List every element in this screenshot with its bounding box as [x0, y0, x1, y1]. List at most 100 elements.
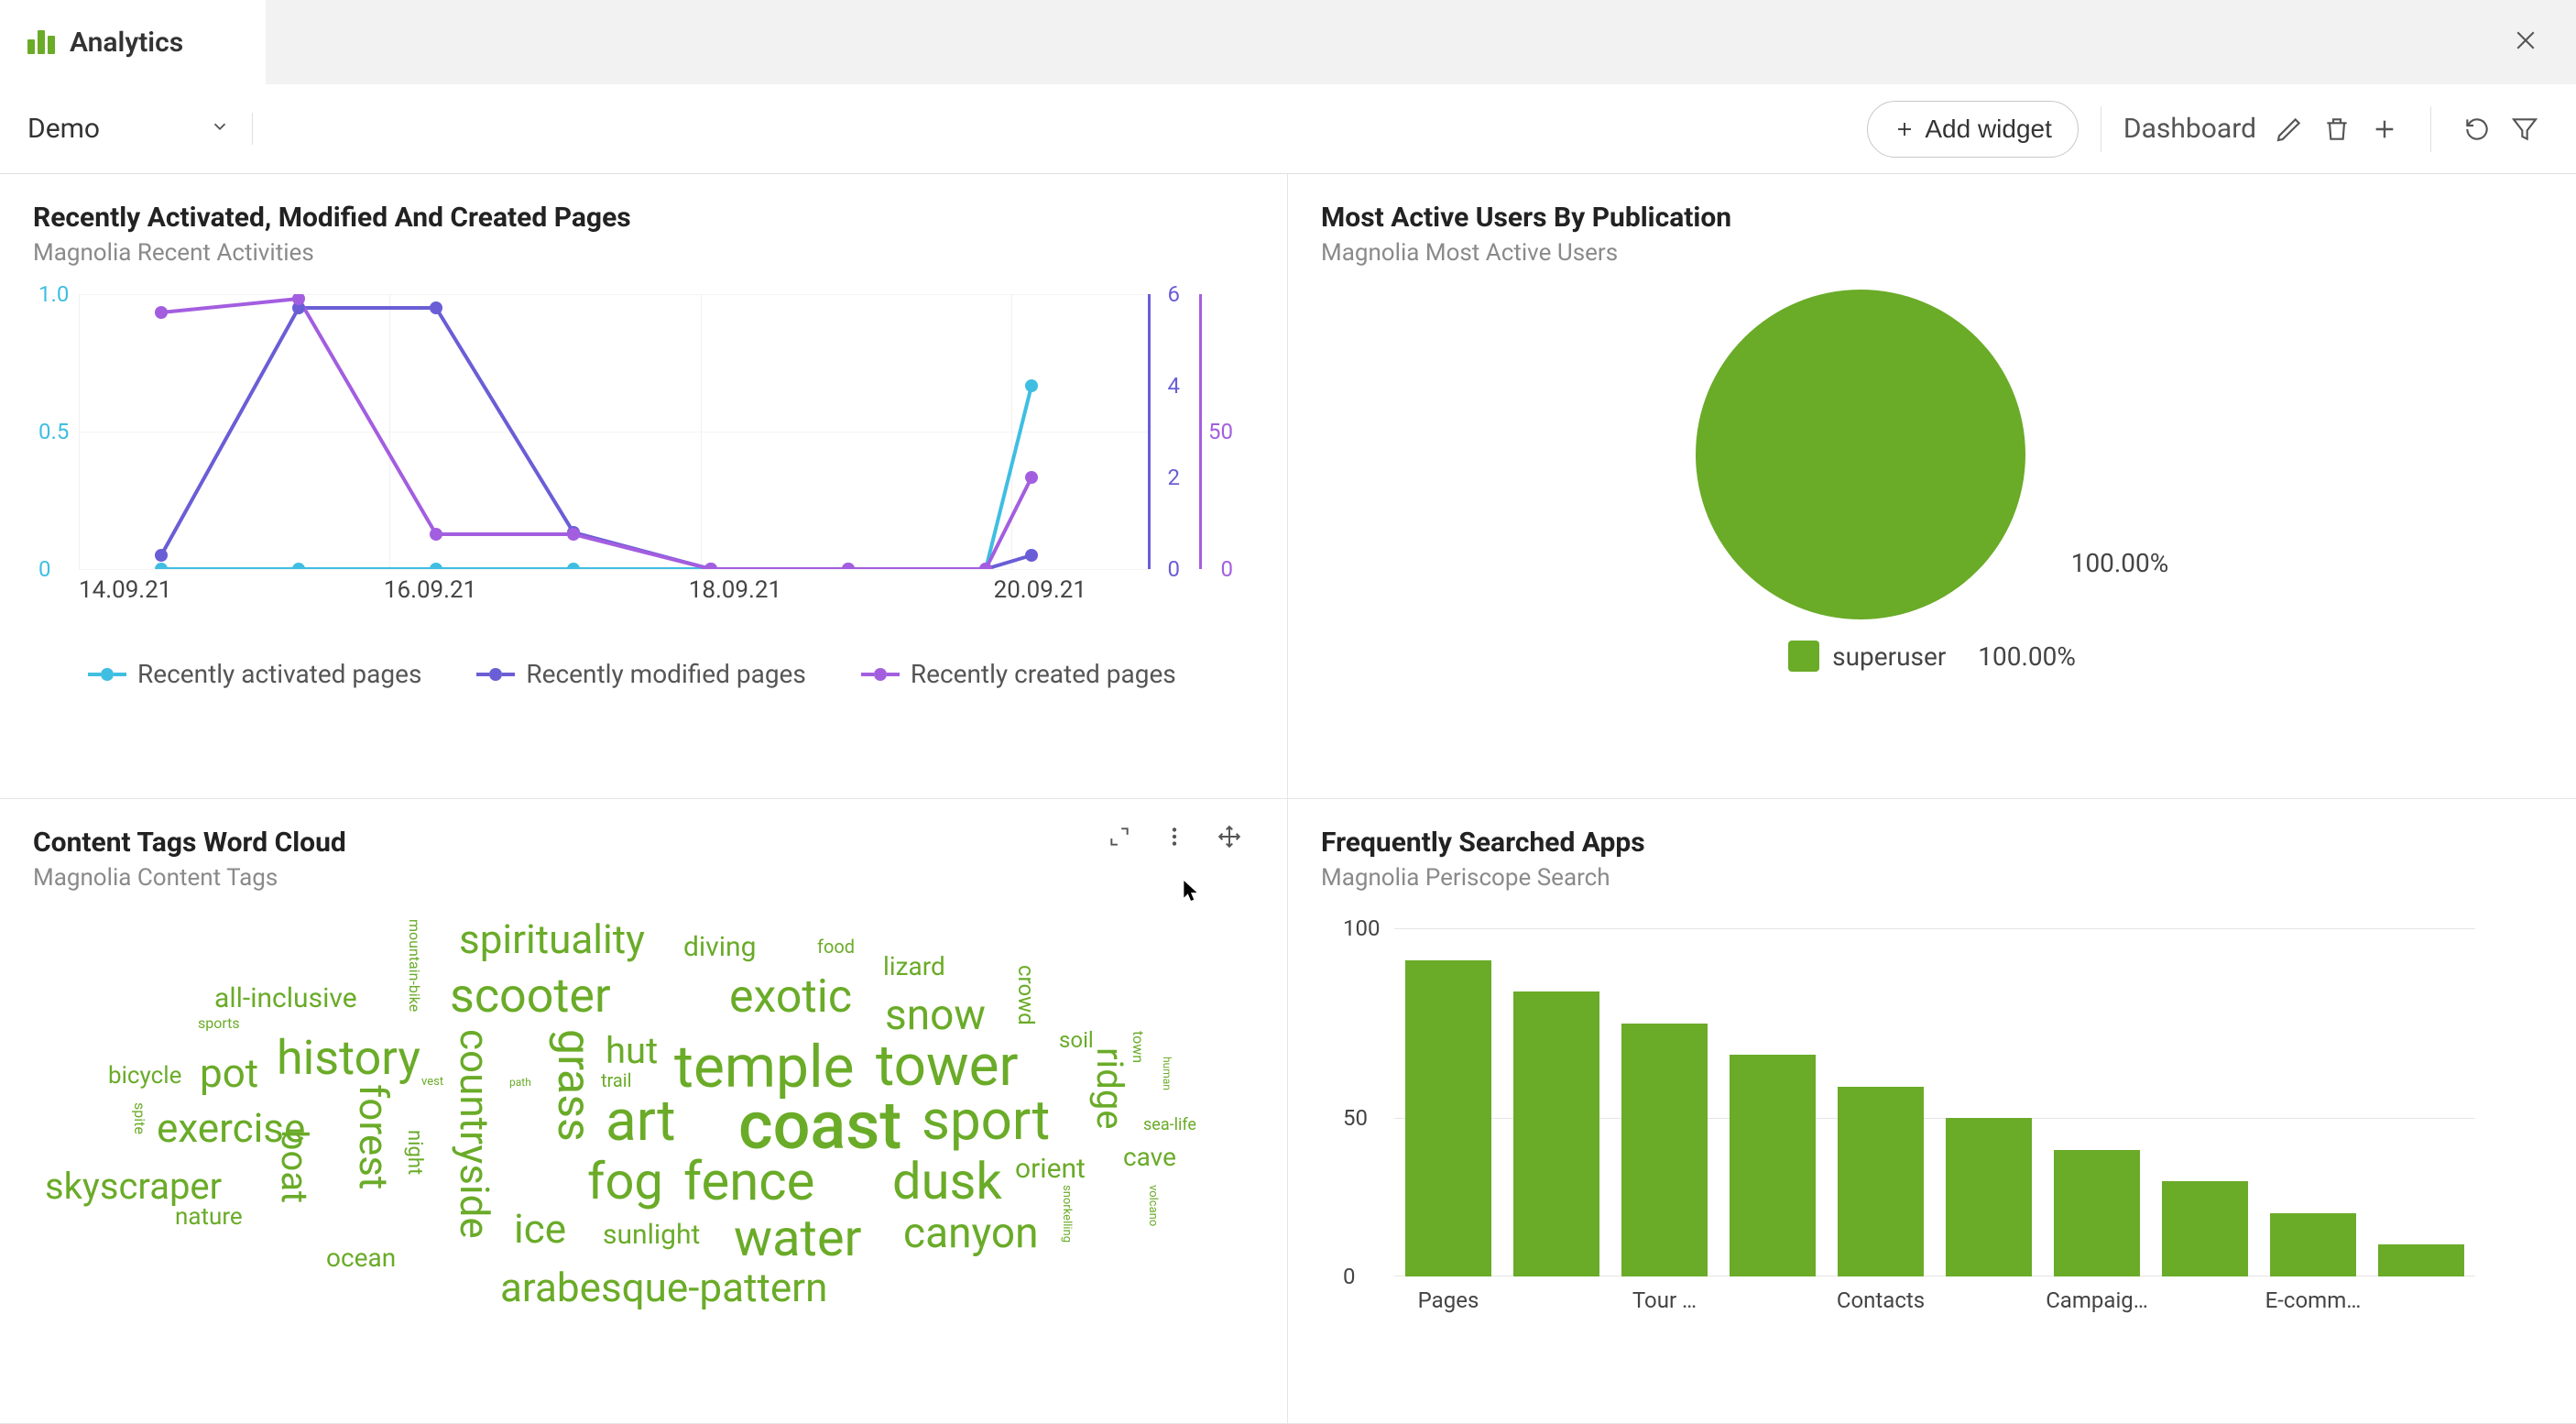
x-tick: Campaig…	[2043, 1287, 2151, 1313]
word[interactable]: art	[606, 1093, 676, 1150]
word[interactable]: history	[277, 1035, 420, 1082]
y-tick: 50	[1343, 1105, 1368, 1131]
plus-icon	[1894, 118, 1916, 140]
legend-name: superuser	[1832, 641, 1946, 672]
delete-button[interactable]	[2313, 105, 2361, 153]
word[interactable]: nature	[175, 1205, 243, 1229]
word[interactable]: vest	[421, 1076, 443, 1088]
x-tick: 20.09.21	[994, 576, 1086, 604]
word[interactable]: scooter	[450, 972, 611, 1020]
word[interactable]: sports	[198, 1016, 240, 1031]
y-right1-tick: 2	[1168, 465, 1181, 490]
word[interactable]: crowd	[1015, 965, 1037, 1025]
word[interactable]: tower	[876, 1038, 1019, 1095]
bar[interactable]	[1513, 991, 1599, 1276]
word[interactable]: trail	[601, 1071, 632, 1090]
word[interactable]: bicycle	[108, 1064, 181, 1088]
word[interactable]: temple	[674, 1038, 854, 1097]
app-name: Analytics	[70, 27, 183, 59]
word[interactable]: mountain-bike	[407, 919, 421, 1012]
bar[interactable]	[2162, 1181, 2248, 1276]
bar[interactable]	[1405, 960, 1491, 1276]
bar-slot: Campaig…	[2043, 928, 2151, 1276]
word[interactable]: ocean	[326, 1245, 396, 1271]
word[interactable]: orient	[1015, 1156, 1086, 1183]
word[interactable]: arabesque-pattern	[500, 1267, 827, 1308]
panel-subtitle: Magnolia Recent Activities	[33, 239, 1254, 267]
panel-subtitle: Magnolia Content Tags	[33, 864, 1254, 892]
x-tick: Contacts	[1827, 1287, 1935, 1313]
word[interactable]: fog	[587, 1156, 663, 1207]
project-selector[interactable]: Demo	[27, 113, 253, 145]
word[interactable]: volcano	[1147, 1185, 1159, 1226]
word[interactable]: sunlight	[603, 1221, 700, 1249]
word[interactable]: skyscraper	[45, 1168, 222, 1205]
panel-title: Content Tags Word Cloud	[33, 827, 1254, 859]
close-button[interactable]	[2512, 27, 2576, 58]
word[interactable]: ice	[514, 1209, 566, 1249]
dashboard-grid: Recently Activated, Modified And Created…	[0, 174, 2576, 1424]
move-icon[interactable]	[1217, 825, 1241, 852]
y-tick: 100	[1343, 915, 1380, 941]
panel-subtitle: Magnolia Most Active Users	[1321, 239, 2543, 267]
panel-title: Frequently Searched Apps	[1321, 827, 2543, 859]
word[interactable]: night	[404, 1130, 424, 1175]
word[interactable]: hut	[606, 1033, 658, 1069]
word[interactable]: lizard	[883, 954, 945, 980]
word[interactable]: exotic	[729, 974, 852, 1020]
more-icon[interactable]	[1162, 825, 1186, 852]
bar-slot: Tour …	[1610, 928, 1719, 1276]
bar[interactable]	[1621, 1024, 1708, 1276]
word[interactable]: sport	[922, 1093, 1050, 1148]
legend-item[interactable]: Recently created pages	[861, 659, 1176, 689]
word[interactable]: sea-life	[1143, 1117, 1196, 1134]
panel-active-users: Most Active Users By Publication Magnoli…	[1288, 174, 2576, 799]
word[interactable]: food	[817, 937, 855, 956]
bar[interactable]	[2378, 1244, 2464, 1276]
word[interactable]: canyon	[903, 1212, 1039, 1254]
add-dashboard-button[interactable]	[2361, 105, 2408, 153]
panel-recent-pages: Recently Activated, Modified And Created…	[0, 174, 1288, 799]
filter-button[interactable]	[2501, 105, 2549, 153]
word[interactable]: forest	[354, 1084, 394, 1189]
word[interactable]: town	[1130, 1031, 1145, 1063]
bar[interactable]	[1838, 1087, 1924, 1276]
bar-slot: Contacts	[1827, 928, 1935, 1276]
bar[interactable]	[1946, 1118, 2032, 1276]
word[interactable]: path	[509, 1077, 531, 1088]
refresh-button[interactable]	[2453, 105, 2501, 153]
expand-icon[interactable]	[1108, 825, 1131, 852]
word[interactable]: spirituality	[459, 919, 645, 959]
word[interactable]: snow	[885, 994, 986, 1036]
word[interactable]: pot	[200, 1053, 258, 1093]
legend-swatch	[1788, 641, 1819, 672]
word[interactable]: countryside	[454, 1029, 495, 1239]
word[interactable]: water	[734, 1212, 862, 1264]
word[interactable]: diving	[683, 934, 756, 961]
word[interactable]: cave	[1123, 1145, 1176, 1170]
word[interactable]: dusk	[892, 1156, 1002, 1207]
word[interactable]: soil	[1059, 1029, 1094, 1051]
word[interactable]: spite	[132, 1102, 147, 1134]
word[interactable]: coast	[738, 1093, 901, 1159]
word[interactable]: fence	[683, 1156, 814, 1209]
word[interactable]: ridge	[1091, 1047, 1128, 1130]
edit-button[interactable]	[2265, 105, 2313, 153]
word[interactable]: human	[1162, 1057, 1173, 1090]
bar[interactable]	[1730, 1055, 1816, 1276]
word[interactable]: snorkelling	[1061, 1185, 1073, 1243]
legend-item[interactable]: Recently activated pages	[88, 659, 421, 689]
x-tick: Tour …	[1610, 1287, 1719, 1313]
app-tab[interactable]: Analytics	[0, 0, 266, 84]
word[interactable]: boat	[276, 1130, 312, 1203]
y-left-tick: 1.0	[38, 281, 69, 307]
word[interactable]: grass	[551, 1029, 596, 1142]
legend-item[interactable]: Recently modified pages	[476, 659, 805, 689]
add-widget-button[interactable]: Add widget	[1867, 101, 2079, 158]
bar[interactable]	[2054, 1150, 2140, 1276]
y-left-tick: 0	[38, 556, 51, 582]
line-chart: 0 0.5 1.0 0 2 4 6 0 50	[33, 294, 1254, 624]
word[interactable]: all-inclusive	[214, 985, 357, 1013]
pie-legend[interactable]: superuser 100.00%	[1321, 641, 2543, 672]
bar[interactable]	[2270, 1213, 2356, 1276]
